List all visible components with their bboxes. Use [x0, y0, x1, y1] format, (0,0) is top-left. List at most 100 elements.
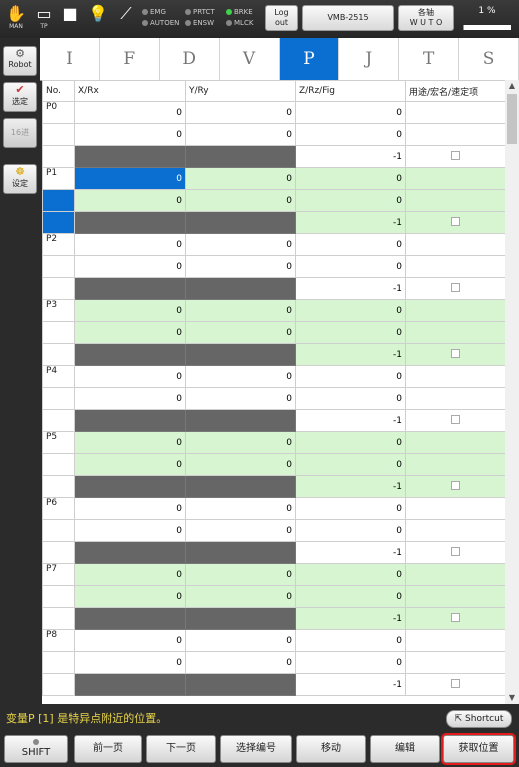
table-row[interactable]: -1 [42, 541, 505, 564]
robot-name-button[interactable]: VMB-2515 [302, 5, 394, 31]
table-row[interactable]: P5 0 0 0 [42, 431, 505, 454]
cell-z[interactable]: 0 [295, 101, 406, 124]
cell-usage[interactable] [405, 255, 505, 278]
cell-rz[interactable]: 0 [295, 585, 406, 608]
table-row[interactable]: 000 [42, 651, 505, 674]
cell-usage[interactable] [405, 321, 505, 344]
table-row[interactable]: P7 0 0 0 [42, 563, 505, 586]
cell-fig[interactable]: -1 [295, 409, 406, 432]
cell-z[interactable]: 0 [295, 563, 406, 586]
cell-usage[interactable] [405, 519, 505, 542]
cell-usage[interactable] [405, 497, 505, 520]
checkbox[interactable] [451, 348, 460, 358]
prev-page-button[interactable]: 前一页 [74, 735, 142, 763]
cell-usage[interactable] [405, 299, 505, 322]
cell-z[interactable]: 0 [295, 431, 406, 454]
tab-v[interactable]: V [220, 38, 280, 80]
cell-x[interactable]: 0 [74, 431, 186, 454]
checkbox[interactable] [451, 678, 460, 688]
cell-ry[interactable]: 0 [185, 651, 296, 674]
cell-usage[interactable] [405, 475, 505, 498]
cell-rz[interactable]: 0 [295, 453, 406, 476]
cell-x[interactable]: 0 [74, 563, 186, 586]
cell-fig[interactable]: -1 [295, 211, 406, 234]
cell-usage[interactable] [405, 343, 505, 366]
cell-usage[interactable] [405, 563, 505, 586]
cell-x[interactable]: 0 [74, 365, 186, 388]
table-row[interactable]: -1 [42, 475, 505, 498]
cell-x[interactable]: 0 [74, 629, 186, 652]
table-row[interactable]: 000 [42, 255, 505, 278]
cell-x[interactable]: 0 [74, 233, 186, 256]
cell-z[interactable]: 0 [295, 629, 406, 652]
scroll-thumb[interactable] [507, 94, 517, 144]
cell-x[interactable]: 0 [74, 167, 186, 190]
cell-fig[interactable]: -1 [295, 541, 406, 564]
teach-pendant-icon[interactable]: ▭ TP [32, 5, 56, 35]
cell-rx[interactable]: 0 [74, 387, 186, 410]
cell-y[interactable]: 0 [185, 233, 296, 256]
table-row[interactable]: -1 [42, 145, 505, 168]
table-row[interactable]: P3 0 0 0 [42, 299, 505, 322]
lightbulb-icon[interactable]: 💡 [86, 5, 110, 35]
cell-z[interactable]: 0 [295, 167, 406, 190]
edit-button[interactable]: 编辑 [370, 735, 440, 763]
scroll-up-icon[interactable]: ▲ [505, 80, 519, 92]
cell-ry[interactable]: 0 [185, 321, 296, 344]
cell-usage[interactable] [405, 629, 505, 652]
cell-fig[interactable]: -1 [295, 475, 406, 498]
cell-rx[interactable]: 0 [74, 453, 186, 476]
cell-rz[interactable]: 0 [295, 189, 406, 212]
cell-fig[interactable]: -1 [295, 673, 406, 696]
table-row[interactable]: P6 0 0 0 [42, 497, 505, 520]
settings-button[interactable]: ☸ 设定 [3, 164, 37, 194]
cell-usage[interactable] [405, 233, 505, 256]
cell-usage[interactable] [405, 607, 505, 630]
cell-usage[interactable] [405, 409, 505, 432]
select-button[interactable]: ✔ 选定 [3, 82, 37, 112]
cell-ry[interactable]: 0 [185, 189, 296, 212]
table-row[interactable]: -1 [42, 409, 505, 432]
cell-rx[interactable]: 0 [74, 321, 186, 344]
checkbox[interactable] [451, 150, 460, 160]
shortcut-button[interactable]: ⇱ Shortcut [446, 710, 512, 728]
hex-button[interactable]: 16进 [3, 118, 37, 148]
table-row[interactable]: -1 [42, 277, 505, 300]
tab-j[interactable]: J [339, 38, 400, 80]
tab-p[interactable]: P [279, 38, 340, 80]
cell-usage[interactable] [405, 453, 505, 476]
cell-ry[interactable]: 0 [185, 123, 296, 146]
table-row[interactable]: 000 [42, 189, 505, 212]
table-row[interactable]: 000 [42, 321, 505, 344]
checkbox[interactable] [451, 282, 460, 292]
cell-rz[interactable]: 0 [295, 255, 406, 278]
cell-usage[interactable] [405, 365, 505, 388]
get-position-button[interactable]: 获取位置 [441, 733, 516, 765]
table-row[interactable]: P2 0 0 0 [42, 233, 505, 256]
cell-x[interactable]: 0 [74, 101, 186, 124]
table-row[interactable]: P4 0 0 0 [42, 365, 505, 388]
cell-ry[interactable]: 0 [185, 255, 296, 278]
checkbox[interactable] [451, 216, 460, 226]
cell-y[interactable]: 0 [185, 365, 296, 388]
cell-rx[interactable]: 0 [74, 651, 186, 674]
checkbox[interactable] [451, 546, 460, 556]
cell-usage[interactable] [405, 189, 505, 212]
cell-usage[interactable] [405, 101, 505, 124]
cell-ry[interactable]: 0 [185, 519, 296, 542]
checkbox[interactable] [451, 480, 460, 490]
cell-z[interactable]: 0 [295, 497, 406, 520]
cell-rz[interactable]: 0 [295, 651, 406, 674]
cell-usage[interactable] [405, 277, 505, 300]
cell-usage[interactable] [405, 211, 505, 234]
table-row[interactable]: -1 [42, 607, 505, 630]
table-row[interactable]: P0 0 0 0 [42, 101, 505, 124]
tab-i[interactable]: I [40, 38, 100, 80]
move-button[interactable]: 移动 [296, 735, 366, 763]
cell-usage[interactable] [405, 387, 505, 410]
cell-y[interactable]: 0 [185, 431, 296, 454]
man-hand-icon[interactable]: ✋ MAN [4, 5, 28, 35]
scroll-down-icon[interactable]: ▼ [505, 692, 519, 704]
axis-mode-button[interactable]: 各轴 W U T O [398, 5, 454, 31]
cell-rz[interactable]: 0 [295, 519, 406, 542]
